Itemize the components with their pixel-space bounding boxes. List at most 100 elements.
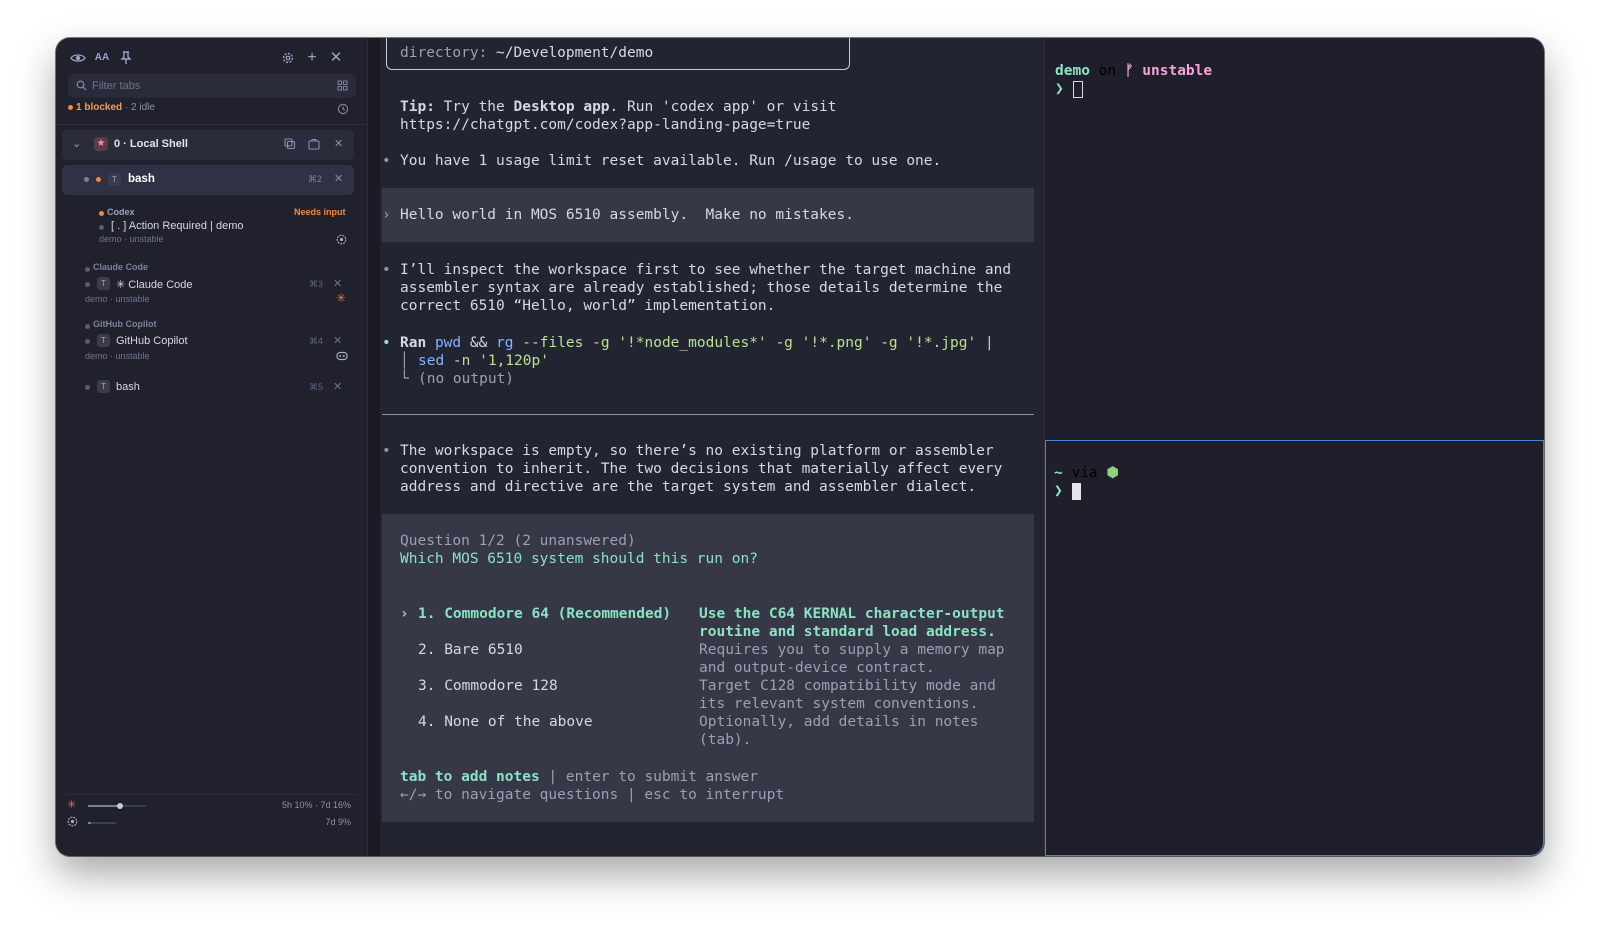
option-label: 2. Bare 6510 xyxy=(418,642,523,658)
terminal-badge-icon: T xyxy=(97,380,110,393)
terminal-cursor xyxy=(1073,81,1083,98)
idle-count: 2 idle xyxy=(131,102,155,113)
terminal-badge-icon: T xyxy=(97,334,110,347)
terminal-badge-icon: T xyxy=(108,173,121,186)
tab-meta: demo · unstable xyxy=(99,234,164,244)
footer-separator xyxy=(66,794,357,795)
usage-bar-openai xyxy=(88,822,116,824)
status-separator: · xyxy=(124,102,129,113)
tab-dot-icon xyxy=(99,225,104,230)
empty-line-1: The workspace is empty, so there’s no ex… xyxy=(400,443,994,459)
option-desc-2: routine and standard load address. xyxy=(699,624,996,640)
tab-close-icon[interactable]: ✕ xyxy=(333,277,342,290)
eye-icon[interactable] xyxy=(68,48,88,68)
star-icon: ★ xyxy=(94,137,108,151)
grid-icon[interactable] xyxy=(337,80,348,91)
prompt-char: ❯ xyxy=(1055,81,1064,97)
tab-label: ✳ Claude Code xyxy=(116,279,193,291)
history-icon[interactable] xyxy=(337,103,349,115)
bullet-icon: • xyxy=(382,335,391,351)
bullet-icon: • xyxy=(382,443,391,459)
option-label: 3. Commodore 128 xyxy=(418,678,558,694)
panel-gap xyxy=(368,38,380,856)
question-text: Which MOS 6510 system should this run on… xyxy=(400,551,758,567)
blocked-dot-icon xyxy=(99,211,104,216)
tab-label: bash xyxy=(116,381,140,393)
tab-group-local-shell[interactable]: ⌄ ★ 0 · Local Shell ✕ xyxy=(62,130,354,160)
tip-line: Tip: Try the Desktop app. Run 'codex app… xyxy=(400,98,837,116)
usage-text-claude: 5h 10% · 7d 16% xyxy=(281,800,351,810)
hint-tab: tab to add notes xyxy=(400,769,540,785)
bullet-icon: • xyxy=(382,262,391,278)
close-icon[interactable]: ✕ xyxy=(326,48,346,68)
tip-url[interactable]: https://chatgpt.com/codex?app-landing-pa… xyxy=(400,116,810,134)
directory-value: ~/Development/demo xyxy=(496,45,654,61)
filter-tabs xyxy=(68,74,356,98)
cmd-sed-args: -n '1,120p' xyxy=(444,353,549,369)
terminal-pane-top[interactable]: demo on ᚠ unstable ❯ xyxy=(1045,38,1544,440)
command-output: (no output) xyxy=(418,371,515,387)
copilot-logo-icon xyxy=(336,351,348,361)
status-summary: 1 blocked · 2 idle xyxy=(68,102,355,118)
node-hexagon-icon: ⬢ xyxy=(1106,465,1120,481)
inspect-line-1: I’ll inspect the workspace first to see … xyxy=(400,262,1012,278)
directory-label: directory: xyxy=(400,45,488,61)
option-desc-1: Optionally, add details in notes xyxy=(699,714,979,730)
prompt-dir: demo xyxy=(1055,63,1090,79)
copy-icon[interactable] xyxy=(284,138,296,150)
option-desc-1: Requires you to supply a memory map xyxy=(699,642,1005,658)
pipe-icon: │ xyxy=(400,353,409,369)
filter-tabs-input[interactable] xyxy=(92,74,312,98)
ran-command-cont: sed -n '1,120p' xyxy=(418,352,549,370)
terminal-badge-icon: T xyxy=(97,277,110,290)
tip-post: . Run 'codex app' or visit xyxy=(609,99,837,115)
cmd-rg: rg xyxy=(496,335,514,351)
tab-meta: demo · unstable xyxy=(85,294,150,304)
option-desc-2: and output-device contract. xyxy=(699,660,935,676)
tab-item-bash-active[interactable]: T bash ⌘2 ✕ xyxy=(62,165,354,195)
prompt-char: ❯ xyxy=(1054,483,1063,499)
empty-line-3: address and directive are the target sys… xyxy=(400,479,977,495)
text-size-icon[interactable]: AA xyxy=(92,48,112,68)
sidebar: AA + ✕ 1 blocked · 2 idle ⌄ ★ 0 · L xyxy=(56,38,368,856)
option-desc-1: Target C128 compatibility mode and xyxy=(699,678,996,694)
selected-chevron-icon: › xyxy=(400,606,409,622)
option-label: 1. Commodore 64 (Recommended) xyxy=(418,606,672,622)
tab-close-icon[interactable]: ✕ xyxy=(333,380,342,393)
tab-dot-icon xyxy=(85,385,90,390)
usage-text-openai: 7d 9% xyxy=(325,817,351,827)
tab-dot-icon xyxy=(85,267,90,272)
prompt-line-bottom: ~ via ⬢ xyxy=(1054,464,1119,482)
section-divider xyxy=(382,414,1034,415)
hint-line-1: tab to add notes | enter to submit answe… xyxy=(400,768,758,786)
group-title: 0 · Local Shell xyxy=(114,138,188,150)
cmd-and: && xyxy=(469,335,488,351)
tab-close-icon[interactable]: ✕ xyxy=(333,334,342,347)
pin-icon[interactable] xyxy=(116,48,136,68)
tab-dot-icon xyxy=(84,177,89,182)
terminal-pane-bottom[interactable]: ~ via ⬢ ❯ xyxy=(1045,440,1544,856)
codex-session-pane[interactable]: directory: ~/Development/demo Tip: Try t… xyxy=(380,38,1044,856)
tab-meta: demo · unstable xyxy=(85,351,150,361)
tab-close-icon[interactable]: ✕ xyxy=(334,172,343,185)
usage-bar-fill xyxy=(88,822,91,824)
claude-usage-icon: ✳ xyxy=(67,799,77,811)
archive-icon[interactable] xyxy=(308,138,320,150)
prompt-chevron-icon: › xyxy=(382,207,391,223)
cmd-args: --files -g '!*node_modules*' -g '!*.png'… xyxy=(513,335,994,351)
tab-label: GitHub Copilot xyxy=(116,335,188,347)
tab-shortcut: ⌘4 xyxy=(309,336,324,346)
tip-pre: Try the xyxy=(434,99,514,115)
plus-icon[interactable]: + xyxy=(302,48,322,68)
tip-label: Tip: xyxy=(400,99,435,115)
tab-label: bash xyxy=(128,173,155,185)
claude-logo-icon: ✳ xyxy=(336,291,347,305)
group-close-icon[interactable]: ✕ xyxy=(334,137,343,150)
hint-line-2: ←/→ to navigate questions | esc to inter… xyxy=(400,787,785,803)
chevron-down-icon[interactable]: ⌄ xyxy=(72,137,81,150)
hint-rest: | enter to submit answer xyxy=(539,769,758,785)
directory-line: directory: ~/Development/demo xyxy=(400,44,653,62)
gear-icon[interactable] xyxy=(278,48,298,68)
sidebar-toolbar: AA + ✕ xyxy=(68,48,355,70)
option-desc-2: (tab). xyxy=(699,732,752,748)
